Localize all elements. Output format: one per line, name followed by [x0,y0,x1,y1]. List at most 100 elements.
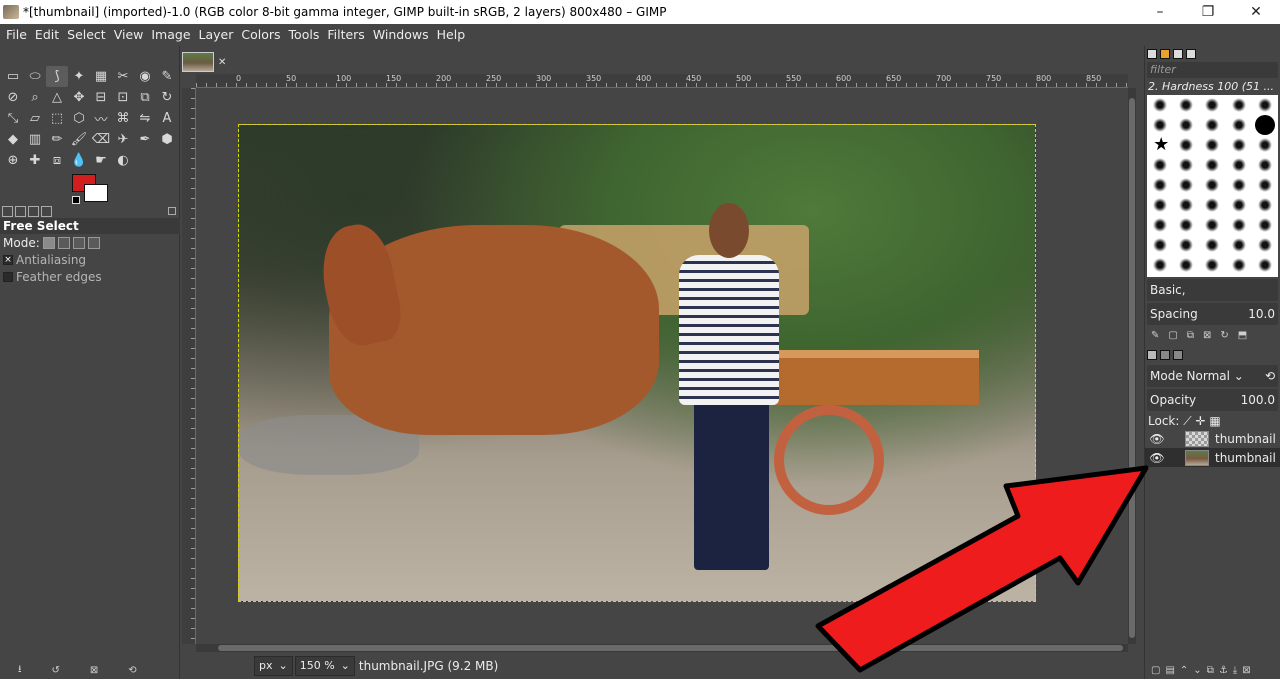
eye-icon[interactable]: 👁 [1149,451,1165,465]
menu-colors[interactable]: Colors [237,24,284,46]
brush-swatch[interactable] [1231,138,1246,152]
delete-tool-preset-icon[interactable]: ⊠ [90,665,98,676]
close-button[interactable]: ✕ [1232,0,1280,24]
bucket-fill-tool-icon[interactable]: ◆ [2,129,24,150]
delete-brush-icon[interactable]: ⊠ [1203,330,1211,341]
fonts-tab-icon[interactable] [1173,49,1183,59]
brush-swatch[interactable] [1257,178,1272,192]
brush-swatch[interactable] [1231,98,1246,112]
lock-pixels-icon[interactable]: ⟋ [1183,414,1191,428]
brush-swatch[interactable] [1179,138,1194,152]
zoom-tool-icon[interactable]: ⌕ [24,87,46,108]
delete-layer-icon[interactable]: ⊠ [1242,665,1250,676]
feather-edges-checkbox[interactable] [3,271,13,282]
brush-swatch[interactable] [1205,118,1220,132]
tool-options-tab-icon[interactable] [2,205,13,217]
brush-swatch[interactable] [1231,118,1246,132]
eye-icon[interactable]: 👁 [1149,432,1165,446]
menu-file[interactable]: File [2,24,31,46]
horizontal-ruler[interactable]: 0 50 100 150 200 250 300 350 400 450 500 550 600 650 7… [196,74,1128,88]
default-colors-icon[interactable] [72,196,80,204]
paths-tab-icon[interactable] [1173,350,1183,360]
mode-subtract-icon[interactable] [72,236,85,249]
menu-select[interactable]: Select [63,24,110,46]
new-layer-group-icon[interactable]: ▤ [1165,665,1174,676]
blur-tool-icon[interactable]: 💧 [68,150,90,171]
mypaint-tool-icon[interactable]: ⬢ [156,129,178,150]
minimize-button[interactable]: – [1136,0,1184,24]
brush-swatch[interactable] [1205,158,1220,172]
opacity-slider[interactable]: Opacity 100.0 [1147,389,1278,411]
menu-help[interactable]: Help [433,24,470,46]
brush-swatch[interactable] [1205,138,1220,152]
handle-transform-tool-icon[interactable]: ⌘ [112,108,134,129]
brush-swatch[interactable] [1179,178,1194,192]
brush-swatch[interactable] [1205,258,1220,272]
brush-swatch[interactable] [1257,258,1272,272]
raise-layer-icon[interactable]: ⌃ [1180,665,1188,676]
unit-select[interactable]: px ⌄ [254,655,293,676]
reset-tool-options-icon[interactable]: ⟲ [128,665,136,676]
image-canvas[interactable] [238,124,1036,602]
foreground-select-tool-icon[interactable]: ◉ [134,66,156,87]
fuzzy-select-tool-icon[interactable]: ✦ [68,66,90,87]
brush-swatch[interactable] [1231,218,1246,232]
brush-swatch[interactable] [1153,198,1168,212]
canvas-area[interactable] [196,88,1128,644]
brush-swatch[interactable] [1153,158,1168,172]
horizontal-scrollbar-thumb[interactable] [218,645,1123,651]
undo-history-tab-icon[interactable] [28,205,39,217]
restore-tool-preset-icon[interactable]: ↺ [52,665,60,676]
brush-swatch[interactable] [1254,115,1275,135]
duplicate-brush-icon[interactable]: ⧉ [1187,330,1194,341]
brush-swatch[interactable] [1205,198,1220,212]
color-picker-tool-icon[interactable]: ⊘ [2,87,24,108]
spacing-slider[interactable]: Spacing 10.0 [1147,303,1278,325]
free-select-tool-icon[interactable]: ⟆ [46,66,68,87]
warp-tool-icon[interactable]: 〰 [90,108,112,129]
brush-swatch[interactable] [1153,238,1168,252]
brush-swatch[interactable] [1179,258,1194,272]
mode-intersect-icon[interactable] [87,236,100,249]
crop-tool-icon[interactable]: ⊡ [112,87,134,108]
brush-swatch[interactable] [1153,218,1168,232]
unified-transform-tool-icon[interactable]: ⧉ [134,87,156,108]
layer-mode-select[interactable]: Mode Normal ⌄ ⟲ [1147,365,1278,387]
background-color-swatch[interactable] [84,184,108,202]
align-tool-icon[interactable]: ⊟ [90,87,112,108]
brush-swatch[interactable] [1231,158,1246,172]
perspective-tool-icon[interactable]: ⬚ [46,108,68,129]
new-brush-icon[interactable]: ▢ [1168,330,1177,341]
menu-tools[interactable]: Tools [285,24,324,46]
rect-select-tool-icon[interactable]: ▭ [2,66,24,87]
patterns-tab-icon[interactable] [1160,49,1170,59]
brush-swatch[interactable] [1205,218,1220,232]
brush-swatch[interactable] [1205,98,1220,112]
brushes-tab-icon[interactable] [1147,49,1157,59]
brush-swatch[interactable] [1205,238,1220,252]
open-brush-icon[interactable]: ⬒ [1238,330,1247,341]
vertical-ruler[interactable] [182,88,196,644]
brush-swatch[interactable] [1205,178,1220,192]
3d-transform-tool-icon[interactable]: ⬡ [68,108,90,129]
airbrush-tool-icon[interactable]: ✈ [112,129,134,150]
feather-edges-row[interactable]: Feather edges [0,268,180,285]
antialiasing-checkbox[interactable]: × [3,254,13,265]
brush-swatch[interactable] [1153,258,1168,272]
gradient-tool-icon[interactable]: ▥ [24,129,46,150]
menu-edit[interactable]: Edit [31,24,63,46]
brush-swatch[interactable] [1153,118,1168,132]
brush-grid[interactable]: ★ [1147,95,1278,277]
layer-mode-reset-icon[interactable]: ⟲ [1265,369,1275,383]
save-tool-preset-icon[interactable]: ⭳ [18,662,22,679]
brush-swatch[interactable] [1257,238,1272,252]
brush-swatch[interactable] [1179,158,1194,172]
pencil-tool-icon[interactable]: ✏ [46,129,68,150]
rotate-tool-icon[interactable]: ↻ [156,87,178,108]
brush-swatch[interactable] [1179,198,1194,212]
menu-layer[interactable]: Layer [195,24,238,46]
measure-tool-icon[interactable]: △ [46,87,68,108]
brush-swatch[interactable] [1231,238,1246,252]
move-tool-icon[interactable]: ✥ [68,87,90,108]
brush-swatch[interactable] [1179,118,1194,132]
